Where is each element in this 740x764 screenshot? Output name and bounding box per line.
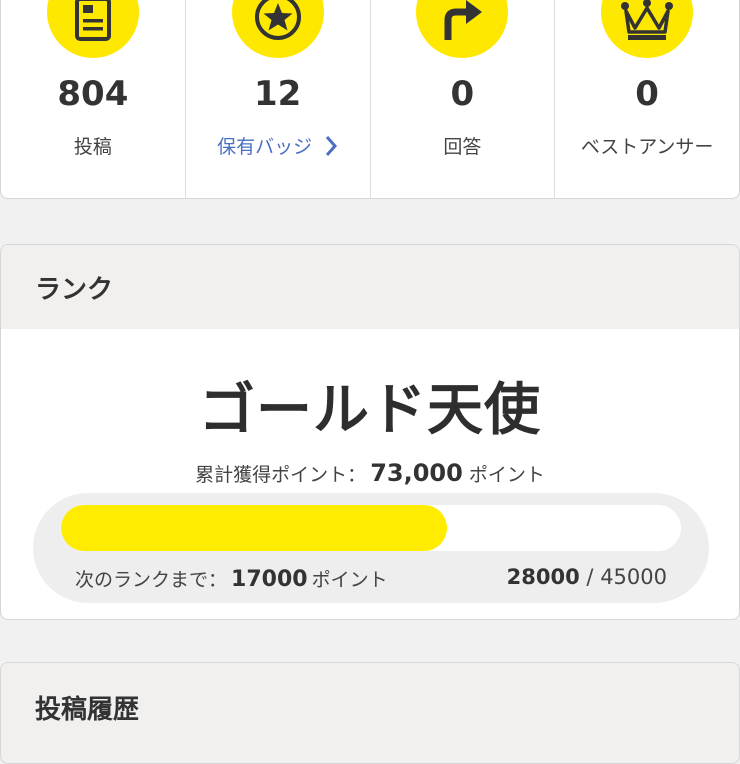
- next-rank-label: 次のランクまで：: [75, 569, 228, 591]
- stat-best-answers[interactable]: 0 ベストアンサー: [555, 0, 739, 198]
- stat-label: ベストアンサー: [580, 136, 714, 158]
- stat-label: 回答: [443, 136, 482, 158]
- crown-icon: [621, 0, 674, 40]
- rank-header: ランク: [1, 245, 739, 329]
- chevron-right-icon: [326, 135, 338, 156]
- stat-answers[interactable]: 0 回答: [371, 0, 556, 198]
- point-unit: ポイント: [311, 569, 388, 591]
- stat-value: 804: [57, 74, 129, 114]
- max-points: 45000: [600, 565, 667, 589]
- stat-icon-circle: [46, 0, 139, 58]
- rank-progress: 次のランクまで： 17000 ポイント 28000 / 45000: [33, 493, 709, 603]
- progress-track: [61, 505, 681, 551]
- ratio-separator: /: [586, 565, 594, 589]
- stat-posts[interactable]: 804 投稿: [1, 0, 186, 198]
- stat-icon-circle: [231, 0, 324, 58]
- stat-value: 0: [635, 74, 659, 114]
- reply-arrow-icon: [444, 0, 483, 40]
- star-badge-icon: [254, 0, 301, 40]
- progress-ratio: 28000 / 45000: [507, 565, 667, 589]
- total-points-label: 累計獲得ポイント：: [195, 464, 367, 486]
- stat-icon-circle: [601, 0, 694, 58]
- stat-icon-circle: [416, 0, 509, 58]
- stat-value: 0: [450, 74, 475, 114]
- progress-fill: [61, 505, 447, 551]
- history-header: 投稿履歴: [1, 663, 739, 751]
- stats-card: 804 投稿 12 保有バッジ 0 回答 0 ベストアンサー: [0, 0, 740, 199]
- point-unit: ポイント: [468, 464, 545, 486]
- current-points: 28000: [506, 565, 580, 589]
- badges-link[interactable]: 保有バッジ: [217, 132, 338, 159]
- rank-name: ゴールド天使: [199, 378, 541, 443]
- history-card: 投稿履歴: [0, 662, 740, 764]
- rank-card: ランク ゴールド天使 累計獲得ポイント： 73,000 ポイント 次のランクまで： 1…: [0, 244, 740, 620]
- stat-value: 12: [253, 74, 302, 114]
- total-points: 累計獲得ポイント： 73,000 ポイント: [1, 459, 739, 487]
- next-rank: 次のランクまで： 17000 ポイント: [75, 565, 388, 592]
- stat-label: 投稿: [73, 136, 112, 158]
- stat-label: 保有バッジ: [217, 136, 313, 158]
- total-points-value: 73,000: [370, 459, 463, 487]
- stat-badges[interactable]: 12 保有バッジ: [186, 0, 371, 198]
- document-icon: [74, 0, 111, 41]
- next-rank-value: 17000: [231, 567, 308, 592]
